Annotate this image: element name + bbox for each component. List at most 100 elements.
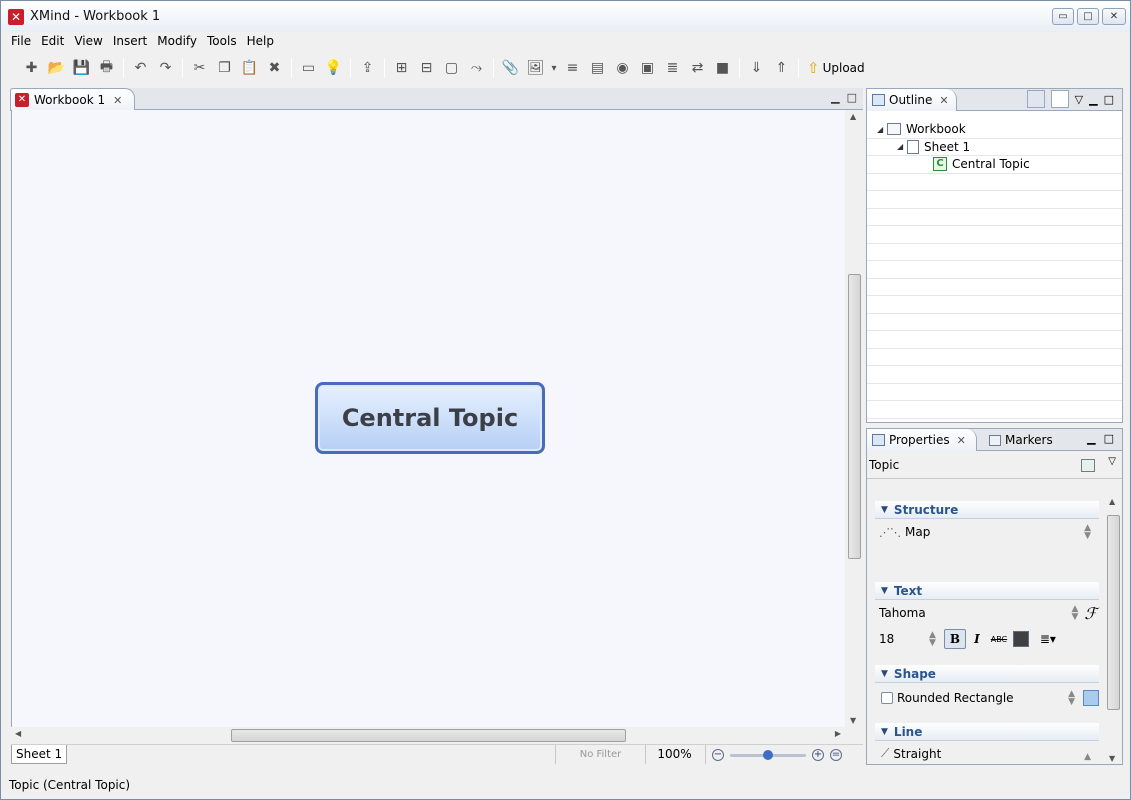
label-icon[interactable]: ≣ xyxy=(660,57,685,79)
zoom-out-icon[interactable]: − xyxy=(712,748,724,761)
properties-close-icon[interactable]: ✕ xyxy=(957,434,966,447)
minimize-view-icon[interactable]: ▁ xyxy=(1087,432,1095,445)
minimize-view-icon[interactable]: ▁ xyxy=(831,91,839,104)
boundary-icon[interactable]: ▢ xyxy=(439,57,464,79)
menu-edit[interactable]: Edit xyxy=(36,32,69,50)
note-icon[interactable]: ▤ xyxy=(585,57,610,79)
zoom-slider-knob[interactable] xyxy=(763,749,773,760)
horizontal-scroll-thumb[interactable] xyxy=(231,729,626,742)
bold-button[interactable]: B xyxy=(943,629,966,649)
menu-insert[interactable]: Insert xyxy=(108,32,152,50)
view-menu-icon[interactable]: ▽ xyxy=(1075,93,1083,106)
structure-icon[interactable]: ≡ xyxy=(560,57,585,79)
paste-icon[interactable]: 📋 xyxy=(237,57,262,79)
minimize-view-icon[interactable]: ▁ xyxy=(1089,93,1097,106)
print-icon[interactable]: 🖶 xyxy=(94,57,119,79)
attachment-icon[interactable]: 📎 xyxy=(498,57,523,79)
central-topic[interactable]: Central Topic xyxy=(315,382,545,454)
summary-icon[interactable]: ▣ xyxy=(635,57,660,79)
tree-item-workbook[interactable]: ◢ Workbook xyxy=(867,121,1122,139)
strikethrough-button[interactable]: ABC xyxy=(988,629,1010,649)
scroll-down-icon[interactable]: ▼ xyxy=(850,716,856,725)
structure-section-header[interactable]: ▼ Structure xyxy=(875,501,1099,519)
horizontal-scrollbar[interactable]: ◀ ▶ xyxy=(11,727,845,744)
maximize-view-icon[interactable]: □ xyxy=(1104,93,1114,106)
idea-icon[interactable]: 💡 xyxy=(321,57,346,79)
maximize-button[interactable]: □ xyxy=(1077,8,1099,25)
properties-scroll-thumb[interactable] xyxy=(1107,515,1120,710)
new-file-icon[interactable]: ✚ xyxy=(19,57,44,79)
cut-icon[interactable]: ✂ xyxy=(187,57,212,79)
zoom-in-icon[interactable]: + xyxy=(812,748,824,761)
tab-outline[interactable]: Outline ✕ xyxy=(867,89,957,111)
marker-icon[interactable]: ⇄ xyxy=(685,57,710,79)
text-color-button[interactable] xyxy=(1010,629,1032,649)
scroll-up-icon[interactable]: ▲ xyxy=(1109,497,1115,506)
expand-icon[interactable]: ◢ xyxy=(877,125,887,134)
close-button[interactable]: ✕ xyxy=(1102,8,1126,25)
export-icon[interactable]: ⇪ xyxy=(355,57,380,79)
upload-button[interactable]: ⇧ Upload xyxy=(807,59,865,77)
dropdown-icon[interactable]: ▾ xyxy=(548,57,560,79)
scroll-right-icon[interactable]: ▶ xyxy=(835,729,841,738)
image-icon[interactable]: 🖼 xyxy=(523,57,548,79)
undo-icon[interactable]: ↶ xyxy=(128,57,153,79)
delete-icon[interactable]: ✖ xyxy=(262,57,287,79)
hyperlink-icon[interactable]: ◉ xyxy=(610,57,635,79)
minimize-button[interactable]: ▭ xyxy=(1052,8,1074,25)
shape-select[interactable]: Rounded Rectangle ▲ ▼ xyxy=(875,683,1099,713)
font-size-value[interactable]: 18 xyxy=(879,632,929,646)
properties-scrollbar[interactable]: ▲ ▼ xyxy=(1106,495,1121,765)
copy-icon[interactable]: ❐ xyxy=(212,57,237,79)
font-select[interactable]: Tahoma ▲ ▼ ℱ xyxy=(875,600,1099,626)
topic-icon[interactable]: ⊟ xyxy=(414,57,439,79)
open-folder-icon[interactable]: 📂 xyxy=(44,57,69,79)
menu-modify[interactable]: Modify xyxy=(152,32,202,50)
line-select[interactable]: ⟋ Straight ▲ xyxy=(875,741,1099,762)
tree-mode-icon[interactable] xyxy=(1026,90,1045,108)
font-dialog-icon[interactable]: ℱ xyxy=(1084,604,1097,623)
presentation-icon[interactable]: ▭ xyxy=(296,57,321,79)
tab-markers[interactable]: Markers xyxy=(985,429,1055,451)
scroll-left-icon[interactable]: ◀ xyxy=(15,729,21,738)
expand-icon[interactable]: ◢ xyxy=(897,142,907,151)
zoom-slider[interactable] xyxy=(730,749,806,761)
filter-status[interactable]: No Filter xyxy=(555,745,645,764)
properties-menu-icon[interactable]: ▽ xyxy=(1108,456,1116,467)
tab-properties[interactable]: Properties ✕ xyxy=(867,429,977,451)
drill-down-icon[interactable]: ⇓ xyxy=(744,57,769,79)
menu-tools[interactable]: Tools xyxy=(202,32,242,50)
align-button[interactable]: ≣▾ xyxy=(1032,629,1064,649)
stop-icon[interactable]: ■ xyxy=(710,57,735,79)
save-icon[interactable]: 💾 xyxy=(69,57,94,79)
sheet-tab[interactable]: Sheet 1 xyxy=(11,745,68,764)
shape-section-header[interactable]: ▼ Shape xyxy=(875,665,1099,683)
text-section-header[interactable]: ▼ Text xyxy=(875,582,1099,600)
zoom-level[interactable]: 100% xyxy=(645,745,703,764)
list-mode-icon[interactable] xyxy=(1050,90,1069,108)
tab-close-icon[interactable]: ✕ xyxy=(113,94,122,107)
scroll-up-icon[interactable]: ▲ xyxy=(850,112,856,121)
scroll-down-icon[interactable]: ▼ xyxy=(1109,754,1115,763)
fill-color-button[interactable] xyxy=(1083,690,1099,706)
maximize-view-icon[interactable]: □ xyxy=(1104,432,1114,445)
subtopic-icon[interactable]: ⊞ xyxy=(389,57,414,79)
size-spinner-icon[interactable]: ▲ ▼ xyxy=(929,631,936,648)
maximize-view-icon[interactable]: □ xyxy=(847,91,857,104)
redo-icon[interactable]: ↷ xyxy=(153,57,178,79)
apply-style-icon[interactable] xyxy=(1081,459,1095,472)
drill-up-icon[interactable]: ⇑ xyxy=(769,57,794,79)
tree-item-central-topic[interactable]: C Central Topic xyxy=(867,156,1122,174)
map-canvas[interactable]: Central Topic xyxy=(11,110,845,727)
menu-file[interactable]: File xyxy=(6,32,36,50)
outline-close-icon[interactable]: ✕ xyxy=(939,94,948,107)
zoom-fit-icon[interactable]: = xyxy=(830,748,842,761)
menu-view[interactable]: View xyxy=(69,32,107,50)
italic-button[interactable]: I xyxy=(966,629,988,649)
vertical-scrollbar[interactable]: ▲ ▼ xyxy=(846,110,863,727)
menu-help[interactable]: Help xyxy=(242,32,279,50)
relationship-icon[interactable]: ⤳ xyxy=(464,57,489,79)
line-section-header[interactable]: ▼ Line xyxy=(875,723,1099,741)
vertical-scroll-thumb[interactable] xyxy=(848,274,861,559)
tab-workbook-1[interactable]: ✕ Workbook 1 ✕ xyxy=(10,88,135,111)
